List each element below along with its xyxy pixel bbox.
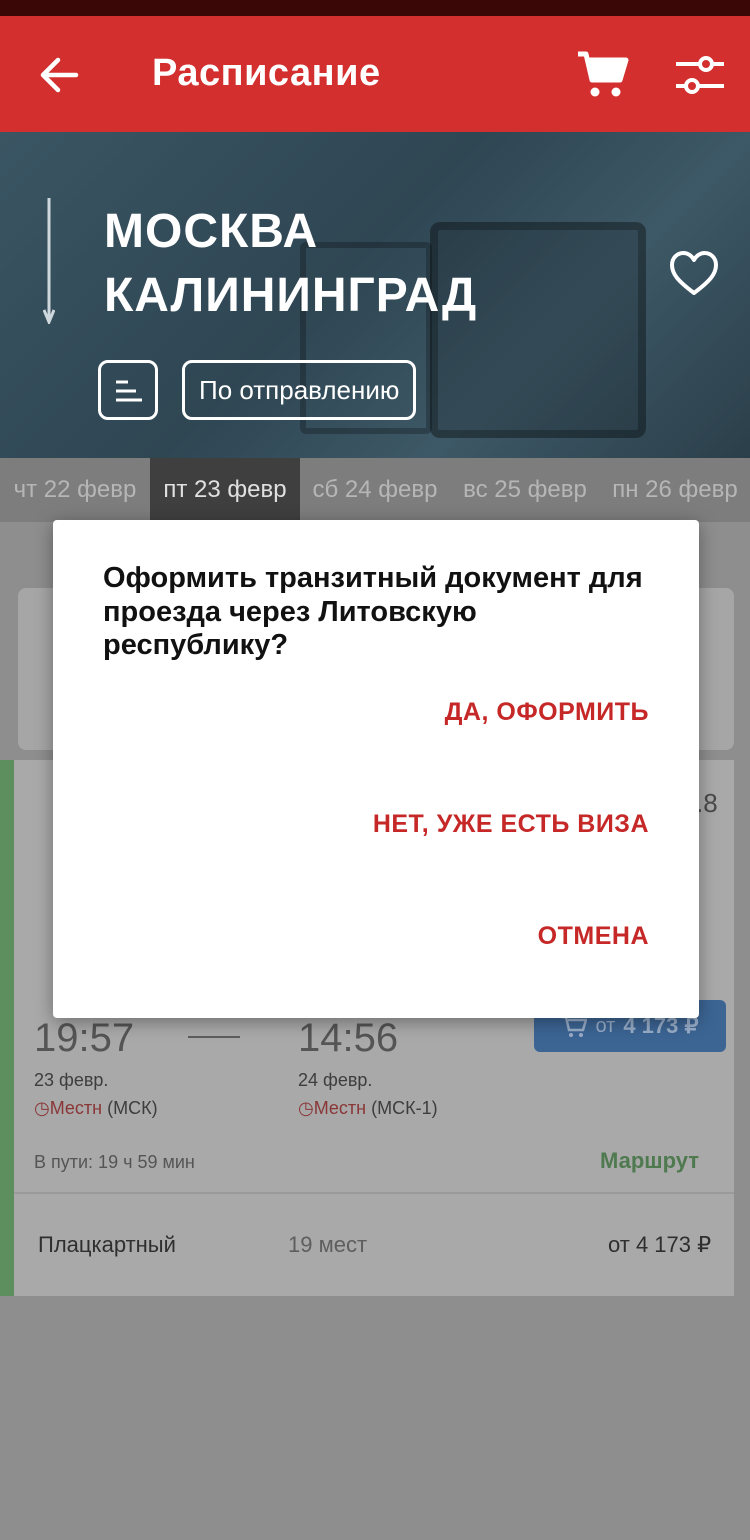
- seats-available: 19 мест: [288, 1232, 368, 1257]
- transit-document-dialog: Оформить транзитный документ для проезда…: [53, 520, 699, 1018]
- clock-icon: ◷: [34, 1098, 50, 1118]
- availability-indicator: [0, 760, 14, 1296]
- back-arrow-icon[interactable]: [36, 52, 82, 98]
- date-tab[interactable]: чт 22 февр: [0, 458, 150, 522]
- route-from: МОСКВА: [104, 205, 319, 258]
- travel-time: В пути: 19 ч 59 мин: [34, 1152, 195, 1172]
- cart-icon[interactable]: [574, 46, 630, 102]
- train-number-fragment: .8: [696, 788, 718, 818]
- divider: [14, 1192, 734, 1194]
- clock-icon: ◷: [298, 1098, 314, 1118]
- date-tab-selected[interactable]: пт 23 февр: [150, 458, 300, 522]
- sort-order-button[interactable]: [98, 360, 158, 420]
- dialog-question: Оформить транзитный документ для проезда…: [103, 562, 643, 662]
- arrival-tz-note: (МСК-1): [366, 1098, 438, 1118]
- arrival-tz-label: Местн: [313, 1098, 367, 1118]
- date-selector: чт 22 февр пт 23 февр сб 24 февр вс 25 ф…: [0, 458, 750, 522]
- status-bar: [0, 0, 750, 16]
- arrow-right-icon: [188, 1036, 240, 1038]
- arrival-date: 24 февр.: [298, 1070, 373, 1090]
- filters-icon[interactable]: [672, 48, 728, 104]
- background-photo-element: [430, 222, 646, 438]
- arrival-timezone: ◷Местн (МСК-1): [298, 1098, 438, 1119]
- heart-icon[interactable]: [668, 248, 720, 300]
- route-link[interactable]: Маршрут: [600, 1148, 699, 1174]
- sort-icon: [116, 380, 142, 402]
- departure-date: 23 февр.: [34, 1070, 109, 1090]
- departure-tz-note: (МСК): [102, 1098, 158, 1118]
- date-tab[interactable]: пн 26 февр: [600, 458, 750, 522]
- route-to: КАЛИНИНГРАД: [104, 269, 478, 322]
- date-tab[interactable]: сб 24 февр: [300, 458, 450, 522]
- car-class-name: Плацкартный: [38, 1232, 176, 1257]
- departure-timezone: ◷Местн (МСК): [34, 1098, 158, 1119]
- arrival-time: 14:56: [298, 1016, 399, 1060]
- confirm-transit-button[interactable]: ДА, ОФОРМИТЬ: [445, 698, 649, 727]
- departure-tz-label: Местн: [49, 1098, 103, 1118]
- route-header: МОСКВА КАЛИНИНГРАД По отправлению: [0, 132, 750, 458]
- departure-time: 19:57: [34, 1016, 135, 1060]
- page-title: Расписание: [152, 52, 381, 94]
- cancel-button[interactable]: ОТМЕНА: [538, 922, 649, 951]
- have-visa-button[interactable]: НЕТ, УЖЕ ЕСТЬ ВИЗА: [373, 810, 649, 839]
- car-class-price: от 4 173 ₽: [608, 1232, 712, 1257]
- app-bar: Расписание: [0, 16, 750, 132]
- direction-arrow-icon: [43, 198, 55, 324]
- sort-by-departure-button[interactable]: По отправлению: [182, 360, 417, 420]
- date-tab[interactable]: вс 25 февр: [450, 458, 600, 522]
